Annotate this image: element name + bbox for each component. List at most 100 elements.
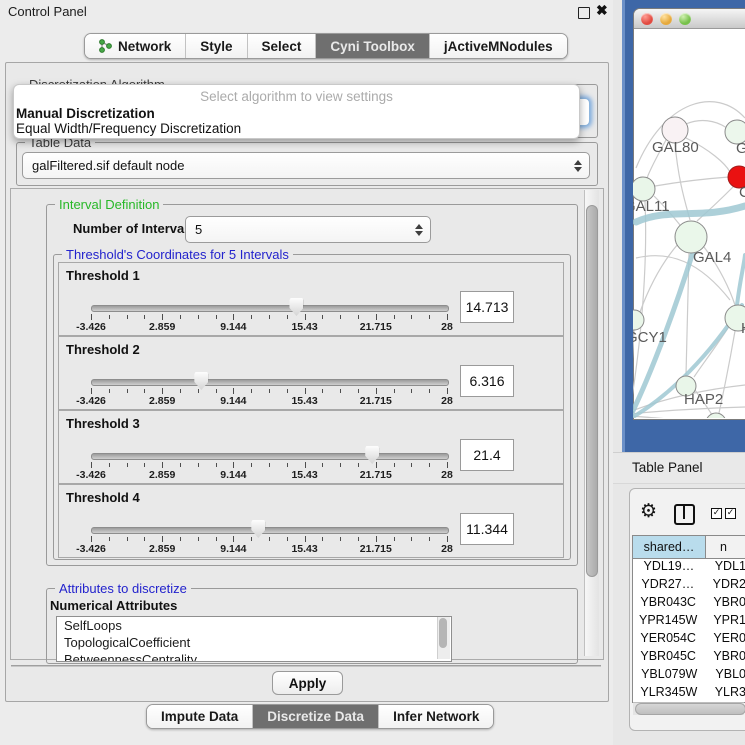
float-window-icon[interactable] <box>578 7 590 19</box>
network-window-titlebar[interactable] <box>634 9 745 29</box>
tick-mark <box>162 536 163 542</box>
top-tab-bar: Network Style Select Cyni Toolbox jActiv… <box>84 33 568 59</box>
tick-mark <box>358 315 359 319</box>
tick-mark <box>411 537 412 541</box>
tick-label: 21.715 <box>349 543 403 555</box>
tab-network[interactable]: Network <box>85 34 186 58</box>
tick-mark <box>127 315 128 319</box>
table-row[interactable]: YLR345WYLR3 <box>633 685 745 702</box>
tick-label: 9.144 <box>206 395 260 407</box>
columns-icon[interactable] <box>674 504 695 525</box>
table-row[interactable]: YPR145WYPR1 <box>633 613 745 631</box>
slider-track[interactable] <box>91 305 449 312</box>
table-row[interactable]: YBL079WYBL0 <box>633 667 745 685</box>
network-edge[interactable] <box>655 177 729 186</box>
threshold-panel: Threshold 1-3.4262.8599.14415.4321.71528… <box>58 262 564 336</box>
apply-button[interactable]: Apply <box>272 671 343 695</box>
tick-mark <box>162 388 163 394</box>
bottom-tab-bar: Impute Data Discretize Data Infer Networ… <box>146 704 494 729</box>
slider-thumb[interactable] <box>194 372 208 390</box>
tab-jactivemnodules[interactable]: jActiveMNodules <box>430 34 567 58</box>
gear-icon[interactable]: ⚙ <box>640 502 657 521</box>
network-edge[interactable] <box>686 121 727 128</box>
network-node-node-partial[interactable] <box>706 413 726 418</box>
tick-mark <box>198 537 199 541</box>
threshold-label: Threshold 2 <box>66 342 140 357</box>
close-traffic-light[interactable] <box>641 13 653 25</box>
network-canvas[interactable]: GAL80GACGAL11GAL4GCY1HHAP2 <box>633 28 745 418</box>
tick-mark <box>91 388 92 394</box>
tick-mark <box>429 463 430 467</box>
slider-track[interactable] <box>91 379 449 386</box>
tab-impute-data[interactable]: Impute Data <box>147 705 253 728</box>
checkbox-icon[interactable]: ✓ <box>711 508 722 519</box>
numerical-attributes-list[interactable]: SelfLoopsTopologicalCoefficientBetweenne… <box>56 616 452 662</box>
minimize-traffic-light[interactable] <box>660 13 672 25</box>
tick-label: 21.715 <box>349 469 403 481</box>
combobox-arrows-icon <box>571 160 585 172</box>
tab-infer-network[interactable]: Infer Network <box>379 705 493 728</box>
tick-mark <box>411 389 412 393</box>
threshold-value-field[interactable]: 11.344 <box>460 513 514 545</box>
tab-style[interactable]: Style <box>186 34 247 58</box>
column-header-name[interactable]: n <box>706 536 745 558</box>
slider-thumb[interactable] <box>251 520 265 538</box>
table-row[interactable]: YER054CYER0 <box>633 631 745 649</box>
table-cell: YDL1 <box>705 559 745 577</box>
tick-mark <box>305 388 306 394</box>
slider-track[interactable] <box>91 527 449 534</box>
slider-thumb[interactable] <box>365 446 379 464</box>
tick-mark <box>251 315 252 319</box>
table-cell: YBR0 <box>703 649 745 667</box>
table-row[interactable]: YDL19…YDL1 <box>633 559 745 577</box>
node-label-HAP2: HAP2 <box>684 391 723 408</box>
tab-discretize-data[interactable]: Discretize Data <box>253 705 379 728</box>
tick-mark <box>376 536 377 542</box>
list-item[interactable]: BetweennessCentrality <box>57 651 451 662</box>
threshold-value-field[interactable]: 21.4 <box>460 439 514 471</box>
combobox-value: 5 <box>186 222 412 237</box>
tick-mark <box>144 463 145 467</box>
slider-track[interactable] <box>91 453 449 460</box>
vertical-scrollbar-thumb[interactable] <box>586 205 598 577</box>
tab-cyni-toolbox[interactable]: Cyni Toolbox <box>316 34 430 58</box>
table-row[interactable]: YBR045CYBR0 <box>633 649 745 667</box>
horizontal-scrollbar-thumb[interactable] <box>635 703 745 715</box>
table-cell: YLR3 <box>705 685 745 702</box>
threshold-value-field[interactable]: 14.713 <box>460 291 514 323</box>
tick-mark <box>109 463 110 467</box>
threshold-panel: Threshold 3-3.4262.8599.14415.4321.71528… <box>58 410 564 484</box>
tick-mark <box>91 314 92 320</box>
number-of-intervals-combobox[interactable]: 5 <box>185 216 431 243</box>
dropdown-option-equal-width-frequency[interactable]: Equal Width/Frequency Discretization <box>15 121 578 137</box>
table-cell: YER054C <box>633 631 703 649</box>
table-data-combobox[interactable]: galFiltered.sif default node <box>22 152 590 179</box>
tick-mark <box>269 389 270 393</box>
tick-mark <box>109 389 110 393</box>
tick-mark <box>144 537 145 541</box>
network-edge[interactable] <box>633 416 745 418</box>
tick-mark <box>322 315 323 319</box>
list-item[interactable]: SelfLoops <box>57 617 451 634</box>
attributes-scrollbar-thumb[interactable] <box>439 618 447 648</box>
tab-select[interactable]: Select <box>248 34 317 58</box>
combobox-value: galFiltered.sif default node <box>23 158 571 173</box>
zoom-traffic-light[interactable] <box>679 13 691 25</box>
node-label-GAL4: GAL4 <box>693 249 731 266</box>
list-item[interactable]: TopologicalCoefficient <box>57 634 451 651</box>
tick-label: 9.144 <box>206 469 260 481</box>
network-edge[interactable] <box>633 201 646 410</box>
tick-mark <box>447 462 448 468</box>
checkbox-icon[interactable]: ✓ <box>725 508 736 519</box>
network-edge-thick[interactable] <box>737 255 745 305</box>
table-row[interactable]: YDR27…YDR2 <box>633 577 745 595</box>
tick-mark <box>180 315 181 319</box>
close-icon[interactable]: ✖ <box>596 2 608 19</box>
threshold-value-field[interactable]: 6.316 <box>460 365 514 397</box>
table-row[interactable]: YBR043CYBR0 <box>633 595 745 613</box>
column-header-shared[interactable]: shared… <box>633 536 706 558</box>
table-header: shared… n <box>633 536 745 559</box>
table-cell: YBR043C <box>633 595 703 613</box>
slider-thumb[interactable] <box>289 298 303 316</box>
dropdown-option-manual-discretization[interactable]: Manual Discretization <box>15 106 578 122</box>
